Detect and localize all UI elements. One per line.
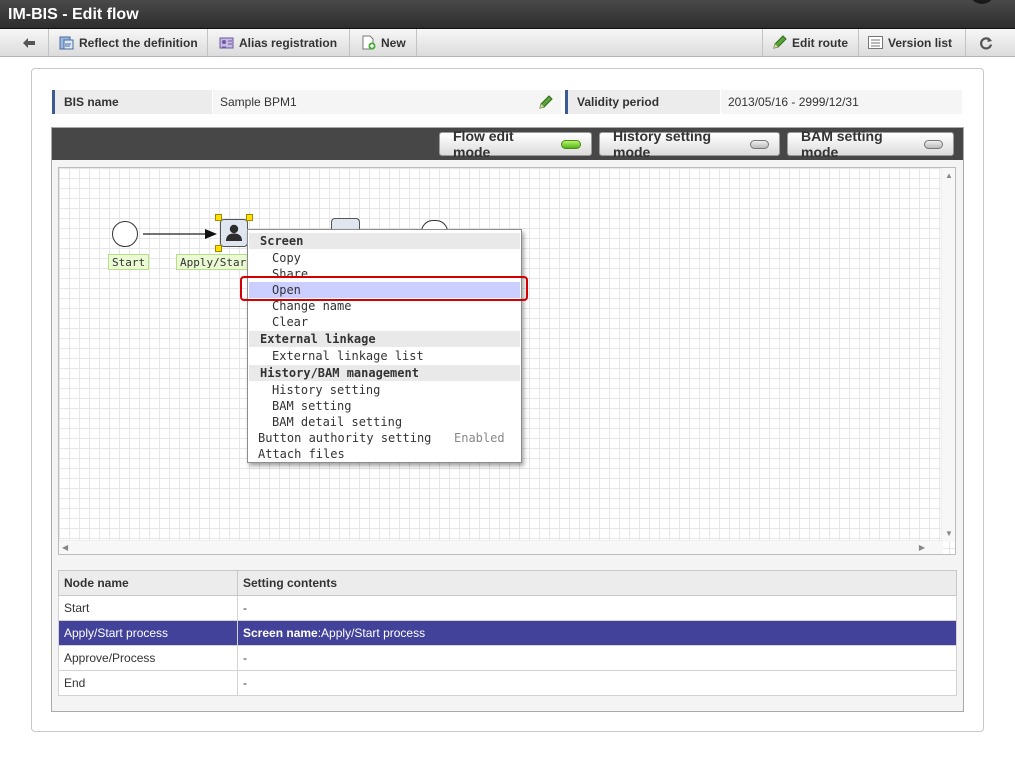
column-header-setting-contents: Setting contents [237,570,957,596]
node-name-cell: Approve/Process [58,645,238,671]
table-header-row: Node name Setting contents [58,570,957,596]
flow-edit-mode-button[interactable]: Flow edit mode [439,128,592,160]
vertical-scrollbar[interactable]: ▲ ▼ [941,168,955,542]
setting-contents-cell: - [237,670,957,696]
alias-registration-button[interactable]: Alias registration [210,29,350,56]
bis-name-value: Sample BPM1 [213,90,561,114]
resize-handle[interactable] [215,214,222,221]
alias-registration-icon [219,35,234,50]
table-row-selected[interactable]: Apply/Start process Screen name:Apply/St… [58,620,957,646]
mode-bar: Flow edit mode History setting mode BAM … [52,128,963,160]
scroll-right-icon[interactable]: ▶ [919,543,925,552]
flow-connector-arrow[interactable] [143,228,219,240]
setting-contents-cell: - [237,595,957,621]
window-title: IM-BIS - Edit flow [8,6,139,23]
start-node[interactable] [112,221,138,247]
menu-item-clear[interactable]: Clear [249,314,520,330]
setting-contents-key: Screen name [243,626,318,640]
node-name-cell: End [58,670,238,696]
bis-info-row: BIS name Sample BPM1 Validity period 201… [52,90,962,114]
table-row[interactable]: End - [58,670,957,696]
menu-section-history-bam: History/BAM management [249,365,520,381]
reflect-definition-label: Reflect the definition [79,35,198,50]
validity-period-label: Validity period [565,90,720,114]
horizontal-scrollbar[interactable]: ◀ ▶ [59,540,943,554]
menu-item-button-authority-setting[interactable]: Button authority setting Enabled [249,430,520,446]
resize-handle[interactable] [246,214,253,221]
menu-section-screen: Screen [249,233,520,249]
back-button[interactable] [10,29,49,56]
new-label: New [381,35,406,50]
resize-handle[interactable] [215,245,222,252]
list-icon [868,35,883,50]
edit-route-label: Edit route [792,35,848,50]
apply-start-node[interactable] [220,219,248,247]
edit-route-button[interactable]: Edit route [762,29,858,56]
setting-contents-cell: - [237,645,957,671]
start-node-label: Start [108,254,150,270]
scroll-up-icon[interactable]: ▲ [945,171,953,180]
menu-section-external-linkage: External linkage [249,331,520,347]
refresh-icon [978,35,993,50]
version-list-label: Version list [888,35,953,50]
validity-period-value: 2013/05/16 - 2999/12/31 [721,90,962,114]
node-name-cell: Start [58,595,238,621]
toolbar: Reflect the definition Alias registratio… [0,29,1015,57]
menu-item-bam-setting[interactable]: BAM setting [249,398,520,414]
apply-start-node-label: Apply/Start [176,254,257,270]
mode-indicator-on-icon [561,139,581,149]
table-row[interactable]: Approve/Process - [58,645,957,671]
scroll-left-icon[interactable]: ◀ [62,543,68,552]
column-header-node-name: Node name [58,570,238,596]
reflect-definition-button[interactable]: Reflect the definition [50,29,208,56]
node-settings-table: Node name Setting contents Start - Apply… [58,570,957,696]
menu-item-copy[interactable]: Copy [249,250,520,266]
open-item-highlight [240,276,528,301]
button-authority-status: Enabled [454,431,505,445]
refresh-button[interactable] [965,29,1005,56]
menu-item-attach-files[interactable]: Attach files [249,446,520,462]
setting-contents-cell: Screen name:Apply/Start process [237,620,957,646]
setting-contents-value: :Apply/Start process [317,626,426,640]
user-icon [224,222,244,245]
node-context-menu: Screen Copy Share Open Change name Clear… [247,229,522,463]
flow-edit-mode-label: Flow edit mode [453,128,514,160]
mode-indicator-off-icon [924,139,943,149]
pencil-icon [772,35,787,50]
table-row[interactable]: Start - [58,595,957,621]
bam-setting-mode-label: BAM setting mode [801,128,883,160]
node-name-cell: Apply/Start process [58,620,238,646]
scroll-down-icon[interactable]: ▼ [945,529,953,538]
back-arrow-icon [22,35,37,50]
alias-registration-label: Alias registration [239,35,338,50]
version-list-button[interactable]: Version list [858,29,964,56]
edit-name-pencil-icon[interactable] [538,94,554,113]
menu-item-bam-detail-setting[interactable]: BAM detail setting [249,414,520,430]
menu-item-history-setting[interactable]: History setting [249,382,520,398]
bam-setting-mode-button[interactable]: BAM setting mode [787,128,954,160]
bis-name-label: BIS name [52,90,212,114]
window-control[interactable] [969,0,995,4]
new-button[interactable]: New [352,29,417,56]
history-setting-mode-label: History setting mode [613,128,712,160]
window-title-bar: IM-BIS - Edit flow [0,0,1015,29]
reflect-definition-icon [59,35,74,50]
menu-item-external-linkage-list[interactable]: External linkage list [249,348,520,364]
new-document-icon [361,35,376,50]
button-authority-label: Button authority setting [258,431,432,445]
mode-indicator-off-icon [750,139,769,149]
history-setting-mode-button[interactable]: History setting mode [599,128,780,160]
